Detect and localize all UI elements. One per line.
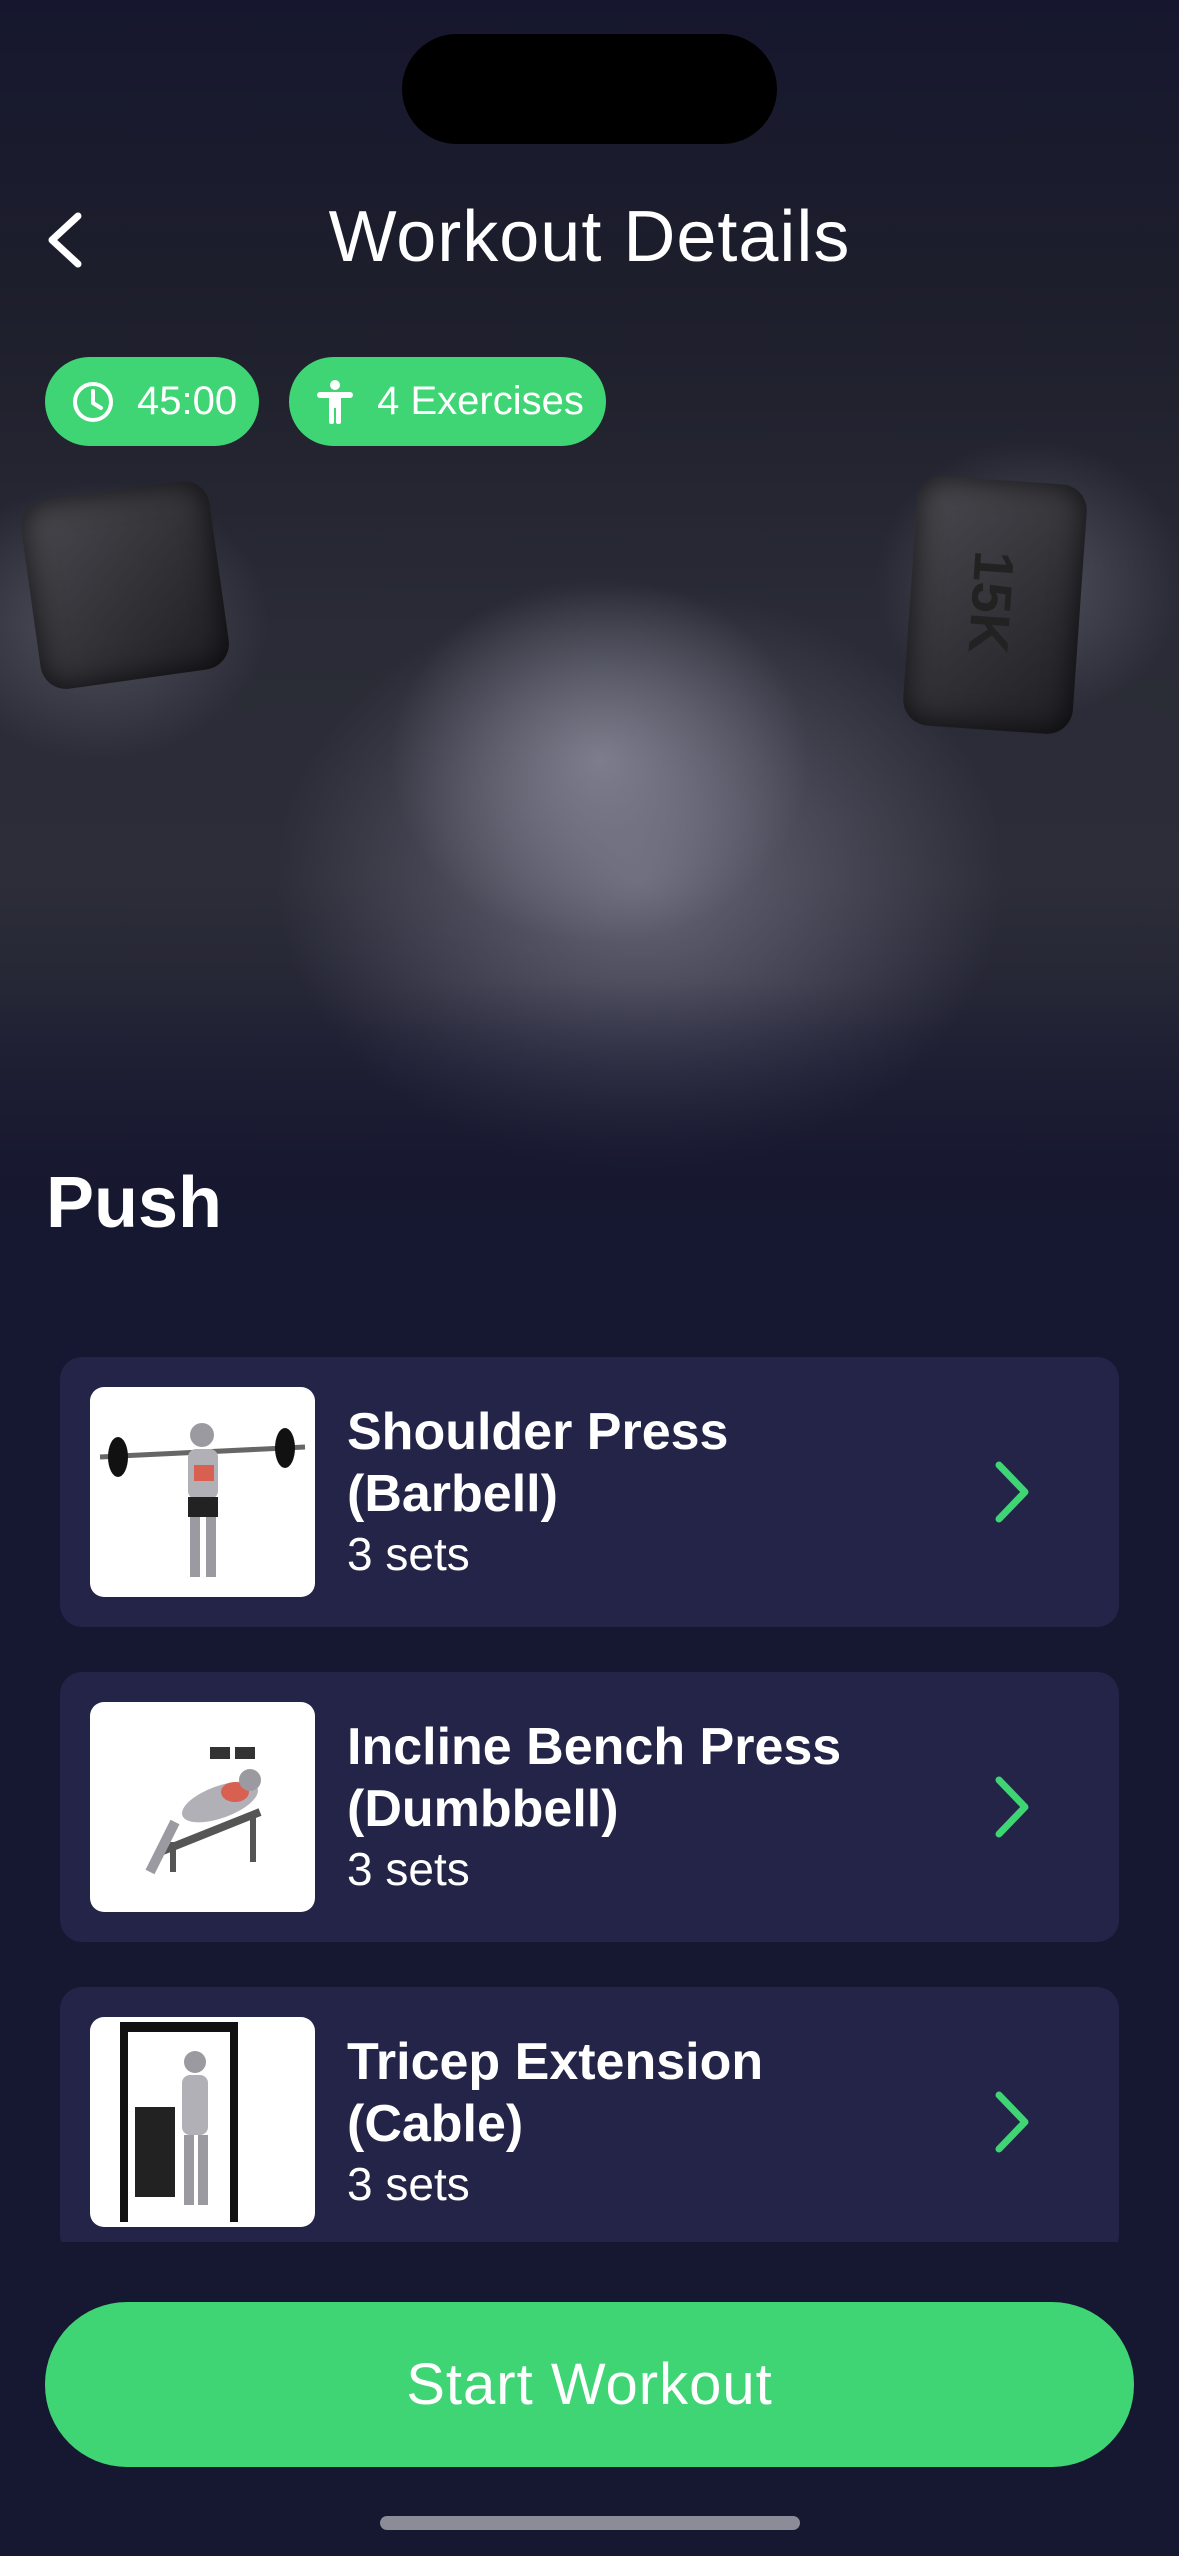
page-title: Workout Details: [328, 197, 851, 277]
duration-label: 45:00: [137, 379, 238, 423]
workout-stats: 45:00 4 Exercises: [45, 357, 606, 446]
dumbbell-weight-label: 15K: [956, 548, 1027, 656]
exercise-name: Tricep Extension (Cable): [347, 2033, 764, 2153]
workout-name: Push: [46, 1163, 223, 1243]
dumbbell-right: 15K: [901, 474, 1089, 736]
chevron-right-icon: [995, 1461, 1029, 1523]
person-icon: [317, 379, 354, 424]
home-indicator[interactable]: [380, 2516, 800, 2530]
exercise-sets: 3 sets: [347, 1843, 470, 1895]
exercise-thumbnail: [90, 1387, 315, 1597]
duration-chip: 45:00: [45, 357, 260, 446]
start-workout-button[interactable]: Start Workout: [45, 2302, 1134, 2467]
exercise-thumbnail: [90, 1702, 315, 1912]
dumbbell-left: [17, 477, 233, 693]
chevron-right-icon: [995, 1776, 1029, 1838]
top-bar: Workout Details: [0, 160, 1179, 320]
exercise-card[interactable]: Shoulder Press (Barbell) 3 sets: [60, 1357, 1119, 1627]
exercise-sets: 3 sets: [347, 1528, 470, 1580]
exercise-sets: 3 sets: [347, 2158, 470, 2210]
exercise-count-chip: 4 Exercises: [289, 357, 606, 446]
chevron-right-icon: [995, 2091, 1029, 2153]
clock-icon: [73, 381, 113, 422]
dynamic-island: [402, 34, 777, 144]
exercise-thumbnail: [90, 2017, 315, 2227]
exercise-count-label: 4 Exercises: [377, 379, 584, 423]
exercise-name: Incline Bench Press (Dumbbell): [347, 1718, 842, 1838]
exercise-name: Shoulder Press (Barbell): [347, 1403, 729, 1523]
exercise-card[interactable]: Incline Bench Press (Dumbbell) 3 sets: [60, 1672, 1119, 1942]
exercise-list[interactable]: Shoulder Press (Barbell) 3 sets Incline …: [60, 1357, 1119, 2242]
exercise-card[interactable]: Tricep Extension (Cable) 3 sets: [60, 1987, 1119, 2242]
